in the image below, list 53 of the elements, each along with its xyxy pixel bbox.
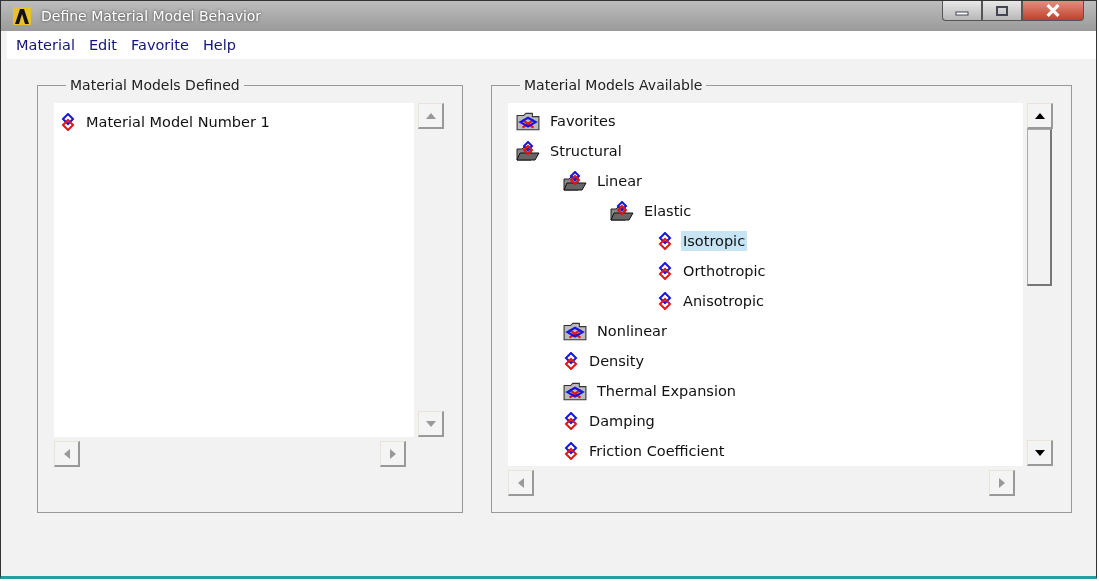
tree-item[interactable]: Structural xyxy=(508,136,1023,166)
scroll-left-button[interactable] xyxy=(54,441,80,467)
scroll-right-button[interactable] xyxy=(989,470,1015,496)
model-icon xyxy=(657,232,673,250)
maximize-icon xyxy=(995,5,1009,16)
item-label: Density xyxy=(588,352,646,371)
group-title: Material Models Available xyxy=(523,77,704,93)
item-label: Damping xyxy=(588,412,656,431)
group-title: Material Models Defined xyxy=(69,77,241,93)
tree-item[interactable]: Elastic xyxy=(508,196,1023,226)
tree-item[interactable]: Linear xyxy=(508,166,1023,196)
model-icon xyxy=(563,352,579,370)
list-item[interactable]: Material Model Number 1 xyxy=(54,107,414,137)
model-icon xyxy=(60,113,76,131)
menu-item[interactable]: Edit xyxy=(88,37,117,53)
scroll-up-button[interactable] xyxy=(1027,103,1053,129)
tree-item[interactable]: Favorites xyxy=(508,106,1023,136)
model-icon xyxy=(657,262,673,280)
close-icon xyxy=(1045,4,1061,17)
item-label: Structural xyxy=(549,142,623,161)
model-icon xyxy=(657,292,673,310)
menu-item[interactable]: Material xyxy=(16,37,75,53)
app-logo-icon xyxy=(13,7,31,25)
tree-item[interactable]: Friction Coefficient xyxy=(508,436,1023,466)
tree-item[interactable]: Thermal Expansion xyxy=(508,376,1023,406)
item-label: Orthotropic xyxy=(682,262,767,281)
tree-item[interactable]: Density xyxy=(508,346,1023,376)
tree-item[interactable]: Isotropic xyxy=(508,226,1023,256)
tree-item[interactable]: Nonlinear xyxy=(508,316,1023,346)
model-icon xyxy=(563,412,579,430)
scroll-right-button[interactable] xyxy=(380,441,406,467)
item-label: Anisotropic xyxy=(682,292,765,311)
tree-item[interactable]: Damping xyxy=(508,406,1023,436)
item-label: Isotropic xyxy=(681,231,748,251)
maximize-button[interactable] xyxy=(982,1,1022,21)
close-button[interactable] xyxy=(1022,1,1084,21)
scroll-down-button[interactable] xyxy=(1027,440,1053,466)
menu-item[interactable]: Help xyxy=(202,37,236,53)
model-icon xyxy=(563,442,579,460)
minimize-button[interactable] xyxy=(942,1,982,21)
item-label: Favorites xyxy=(549,112,617,131)
item-label: Thermal Expansion xyxy=(596,382,737,401)
scroll-left-button[interactable] xyxy=(508,470,534,496)
tree-item[interactable]: Anisotropic xyxy=(508,286,1023,316)
item-label: Nonlinear xyxy=(596,322,668,341)
menu-item[interactable]: Favorite xyxy=(131,37,189,53)
tree-item[interactable]: Orthotropic xyxy=(508,256,1023,286)
scroll-thumb[interactable] xyxy=(1027,129,1052,286)
window-title: Define Material Model Behavior xyxy=(41,8,262,24)
item-label: Material Model Number 1 xyxy=(85,113,271,132)
item-label: Linear xyxy=(596,172,644,191)
item-label: Friction Coefficient xyxy=(588,442,726,461)
item-label: Elastic xyxy=(643,202,693,221)
